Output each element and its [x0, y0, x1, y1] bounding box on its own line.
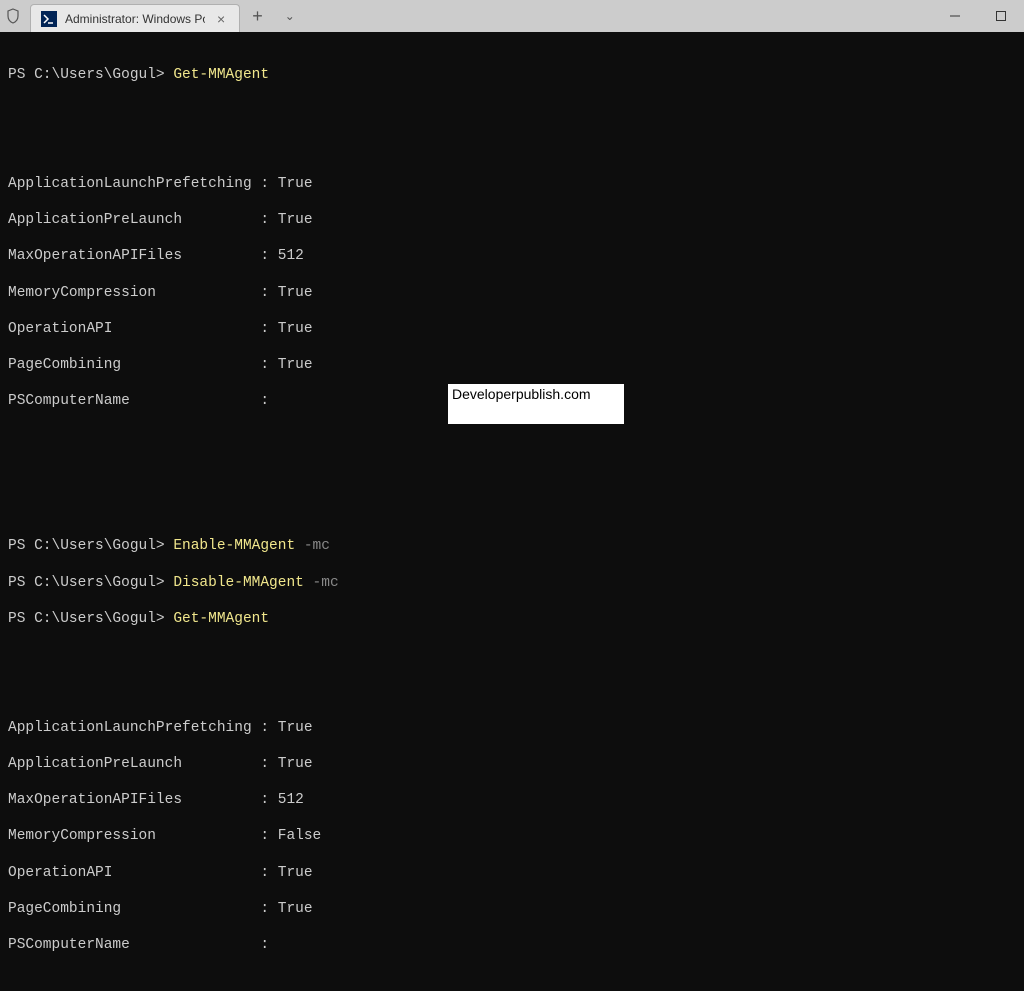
output-line: ApplicationLaunchPrefetching : True [8, 175, 1016, 193]
command-param: -mc [304, 575, 339, 591]
output-line: PageCombining : True [8, 356, 1016, 374]
output-line: OperationAPI : True [8, 320, 1016, 338]
output-line: OperationAPI : True [8, 864, 1016, 882]
command: Disable-MMAgent [173, 575, 304, 591]
output-line: ApplicationLaunchPrefetching : True [8, 719, 1016, 737]
tab-close-button[interactable]: × [213, 11, 229, 27]
output-line: ApplicationPreLaunch : True [8, 755, 1016, 773]
output-line: MemoryCompression : False [8, 827, 1016, 845]
tab-title: Administrator: Windows PowerS [65, 12, 205, 26]
prompt: PS C:\Users\Gogul> [8, 538, 173, 554]
command-param: -mc [295, 538, 330, 554]
shield-icon [4, 7, 22, 25]
prompt: PS C:\Users\Gogul> [8, 67, 173, 83]
minimize-button[interactable] [932, 0, 978, 32]
maximize-button[interactable] [978, 0, 1024, 32]
new-tab-button[interactable]: + [240, 6, 275, 27]
titlebar-left: Administrator: Windows PowerS × + ⌄ [4, 0, 305, 32]
tab-powershell[interactable]: Administrator: Windows PowerS × [30, 4, 240, 32]
window-controls [932, 0, 1024, 32]
output-line: MemoryCompression : True [8, 284, 1016, 302]
output-line: PageCombining : True [8, 900, 1016, 918]
output-line: ApplicationPreLaunch : True [8, 211, 1016, 229]
output-line: MaxOperationAPIFiles : 512 [8, 247, 1016, 265]
prompt: PS C:\Users\Gogul> [8, 611, 173, 627]
titlebar: Administrator: Windows PowerS × + ⌄ [0, 0, 1024, 32]
output-line: MaxOperationAPIFiles : 512 [8, 791, 1016, 809]
output-line: PSComputerName : [8, 936, 1016, 954]
command: Get-MMAgent [173, 611, 269, 627]
command: Enable-MMAgent [173, 538, 295, 554]
terminal-output[interactable]: PS C:\Users\Gogul> Get-MMAgent Applicati… [0, 32, 1024, 507]
tab-dropdown-button[interactable]: ⌄ [275, 9, 305, 23]
watermark: Developerpublish.com [448, 384, 624, 424]
prompt: PS C:\Users\Gogul> [8, 575, 173, 591]
command: Get-MMAgent [173, 67, 269, 83]
powershell-icon [41, 11, 57, 27]
